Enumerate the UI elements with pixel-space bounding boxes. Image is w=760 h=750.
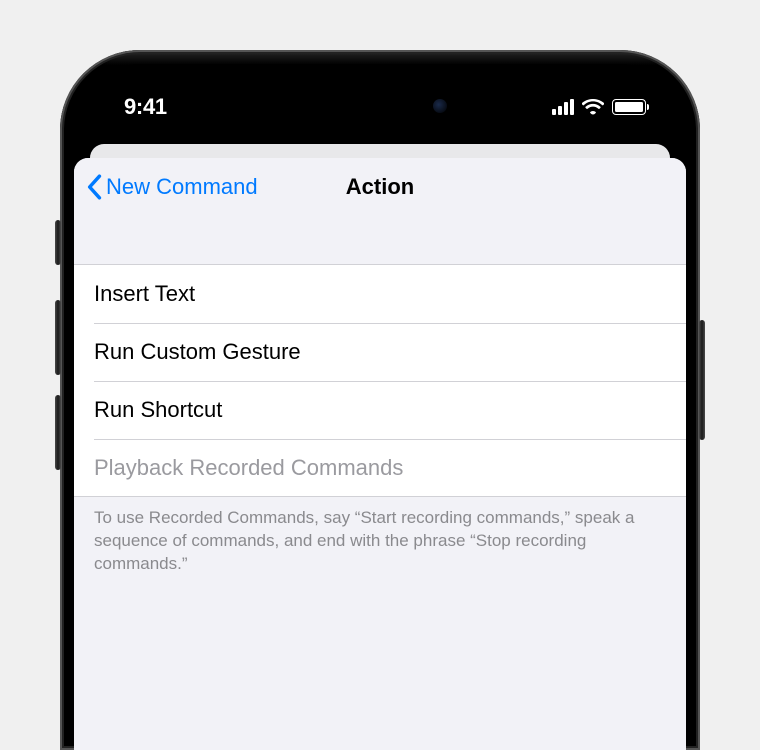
section-footer: To use Recorded Commands, say “Start rec… — [74, 497, 686, 586]
back-label: New Command — [106, 174, 258, 200]
row-label: Run Custom Gesture — [94, 339, 666, 365]
actions-list: Insert Text Run Custom Gesture Run Short… — [74, 264, 686, 497]
status-time: 9:41 — [124, 94, 167, 120]
phone-screen: 9:41 — [74, 64, 686, 750]
front-camera-icon — [433, 99, 447, 113]
navigation-bar: New Command Action — [74, 158, 686, 216]
action-run-shortcut[interactable]: Run Shortcut — [74, 381, 686, 439]
row-label: Run Shortcut — [94, 397, 666, 423]
wifi-icon — [582, 99, 604, 115]
row-label: Insert Text — [94, 281, 666, 307]
action-sheet: New Command Action Insert Text Run Custo… — [74, 158, 686, 750]
back-button[interactable]: New Command — [74, 174, 258, 200]
action-run-custom-gesture[interactable]: Run Custom Gesture — [74, 323, 686, 381]
row-label: Playback Recorded Commands — [94, 455, 666, 481]
dynamic-island — [295, 82, 465, 130]
section-spacer — [74, 216, 686, 264]
action-playback-recorded-commands: Playback Recorded Commands — [74, 439, 686, 497]
page-title: Action — [346, 174, 414, 200]
cellular-signal-icon — [552, 99, 574, 115]
sheet-stack: New Command Action Insert Text Run Custo… — [74, 144, 686, 750]
status-icons — [552, 99, 646, 115]
power-button — [699, 320, 705, 440]
volume-up-button — [55, 300, 61, 375]
phone-frame: 9:41 — [60, 50, 700, 750]
battery-icon — [612, 99, 646, 115]
action-insert-text[interactable]: Insert Text — [74, 265, 686, 323]
silent-switch — [55, 220, 61, 265]
chevron-left-icon — [86, 174, 102, 200]
volume-down-button — [55, 395, 61, 470]
